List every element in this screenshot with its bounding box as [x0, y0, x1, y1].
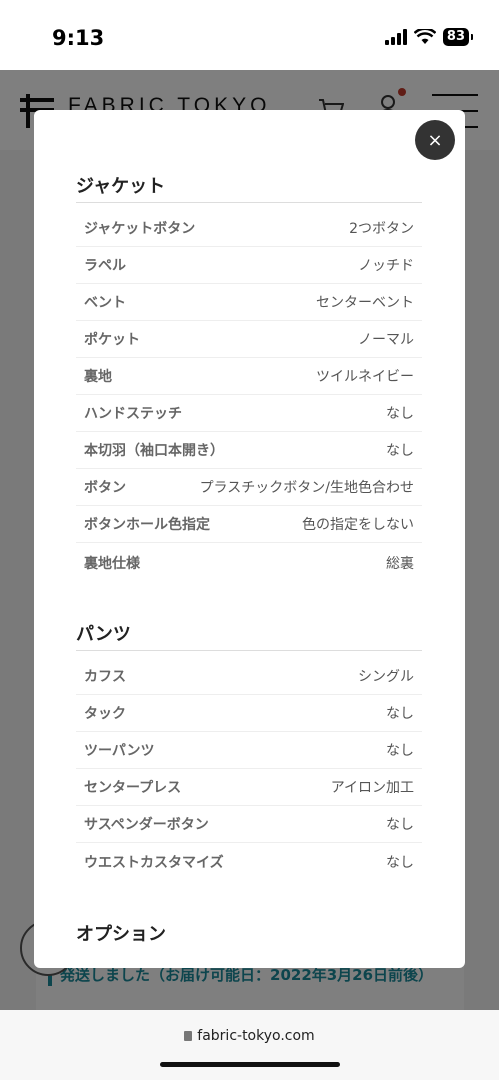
spec-value: ツイルネイビー: [316, 369, 414, 385]
close-button[interactable]: ×: [415, 120, 455, 160]
section-title-options: オプション: [76, 924, 166, 945]
browser-bar: fabric-tokyo.com: [0, 1010, 499, 1080]
status-bar: 9:13 83: [0, 0, 499, 70]
spec-row: サスペンダーボタン なし: [76, 806, 422, 843]
spec-row: タック なし: [76, 695, 422, 732]
spec-label: ボタンホール色指定: [84, 517, 210, 533]
spec-label: 裏地: [84, 369, 112, 385]
spec-label: ポケット: [84, 332, 140, 348]
spec-value: センターベント: [316, 295, 414, 311]
wifi-icon: [413, 29, 436, 44]
spec-label: ボタン: [84, 480, 126, 496]
spec-value: ノッチド: [358, 258, 414, 274]
spec-row: ラペル ノッチド: [76, 247, 422, 284]
spec-label: ラペル: [84, 258, 126, 274]
spec-label: ジャケットボタン: [84, 221, 196, 237]
cellular-signal-icon: [384, 29, 407, 45]
spec-value: アイロン加工: [330, 780, 414, 796]
section-divider: [76, 202, 422, 203]
spec-row: 本切羽（袖口本開き） なし: [76, 432, 422, 469]
spec-row: ベント センターベント: [76, 284, 422, 321]
spec-row: ボタン プラスチックボタン/生地色合わせ: [76, 469, 422, 506]
status-time: 9:13: [52, 26, 105, 50]
spec-row: ハンドステッチ なし: [76, 395, 422, 432]
spec-row: 裏地仕様 総裏: [76, 544, 422, 581]
section-title-jacket: ジャケット: [76, 176, 166, 197]
spec-label: 裏地仕様: [84, 555, 140, 572]
spec-label: ウエストカスタマイズ: [84, 854, 224, 871]
spec-value: なし: [386, 854, 414, 871]
section-title-pants: パンツ: [76, 624, 131, 645]
spec-label: センタープレス: [84, 780, 182, 796]
spec-value: なし: [386, 706, 414, 722]
url-text: fabric-tokyo.com: [197, 1028, 315, 1044]
spec-value: なし: [386, 743, 414, 759]
spec-value: なし: [386, 443, 414, 459]
section-divider: [76, 650, 422, 651]
spec-value: なし: [386, 817, 414, 833]
spec-label: ハンドステッチ: [84, 406, 182, 422]
battery-icon: 83: [442, 28, 474, 46]
spec-value: 2つボタン: [349, 221, 414, 237]
lock-icon: [184, 1031, 193, 1041]
home-indicator[interactable]: [160, 1062, 340, 1067]
spec-value: プラスチックボタン/生地色合わせ: [199, 480, 414, 496]
spec-row: ポケット ノーマル: [76, 321, 422, 358]
spec-row: ウエストカスタマイズ なし: [76, 843, 422, 880]
browser-url[interactable]: fabric-tokyo.com: [0, 1028, 499, 1044]
spec-row: センタープレス アイロン加工: [76, 769, 422, 806]
spec-label: タック: [84, 706, 126, 722]
spec-value: 色の指定をしない: [302, 517, 414, 533]
spec-row: カフス シングル: [76, 658, 422, 695]
spec-row: ジャケットボタン 2つボタン: [76, 210, 422, 247]
spec-row: 裏地 ツイルネイビー: [76, 358, 422, 395]
spec-value: ノーマル: [358, 332, 414, 348]
spec-modal: × ジャケット ジャケットボタン 2つボタン ラペル ノッチド ベント センターベント…: [34, 110, 465, 968]
spec-label: カフス: [84, 669, 126, 685]
spec-value: なし: [386, 406, 414, 422]
spec-label: ベント: [84, 295, 126, 311]
spec-value: シングル: [358, 669, 414, 685]
spec-label: ツーパンツ: [84, 743, 155, 759]
spec-row: ボタンホール色指定 色の指定をしない: [76, 506, 422, 543]
status-icons: 83: [384, 28, 474, 46]
spec-row: ツーパンツ なし: [76, 732, 422, 769]
spec-value: 総裏: [386, 555, 414, 572]
spec-label: 本切羽（袖口本開き）: [84, 443, 224, 459]
spec-label: サスペンダーボタン: [84, 817, 209, 833]
